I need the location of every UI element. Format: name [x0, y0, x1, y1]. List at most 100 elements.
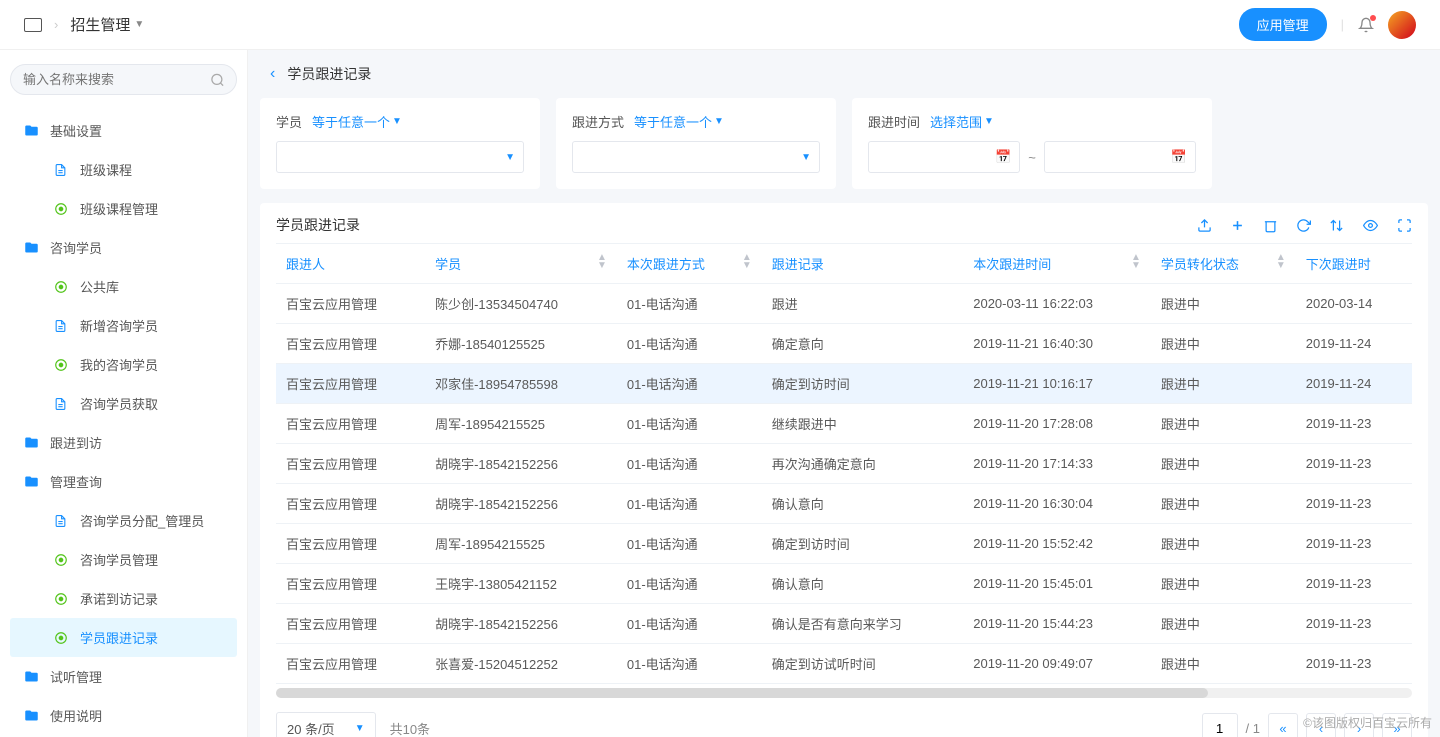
- sort-icon[interactable]: [1329, 218, 1344, 233]
- table-cell: 邓家佳-18954785598: [425, 364, 617, 404]
- folder-icon: [24, 240, 40, 255]
- sidebar-item[interactable]: 新增咨询学员: [10, 306, 237, 345]
- refresh-icon[interactable]: [1296, 218, 1311, 233]
- table-cell: 确定到访时间: [762, 364, 963, 404]
- column-header[interactable]: 本次跟进时间▲▼: [963, 244, 1151, 284]
- add-icon[interactable]: [1230, 218, 1245, 233]
- window-icon: [24, 18, 42, 32]
- column-header[interactable]: 跟进记录: [762, 244, 963, 284]
- gear-icon: [54, 358, 70, 372]
- fullscreen-icon[interactable]: [1397, 218, 1412, 233]
- table-cell: 2019-11-21 16:40:30: [963, 324, 1151, 364]
- table-cell: 2019-11-23: [1296, 644, 1412, 684]
- data-table: 跟进人学员▲▼本次跟进方式▲▼跟进记录本次跟进时间▲▼学员转化状态▲▼下次跟进时…: [276, 243, 1412, 684]
- table-cell: 2019-11-20 16:30:04: [963, 484, 1151, 524]
- sidebar-group[interactable]: 基础设置: [10, 111, 237, 150]
- horizontal-scrollbar[interactable]: [276, 688, 1412, 698]
- table-cell: 百宝云应用管理: [276, 524, 425, 564]
- column-header[interactable]: 学员转化状态▲▼: [1151, 244, 1296, 284]
- sidebar-item[interactable]: 我的咨询学员: [10, 345, 237, 384]
- table-row[interactable]: 百宝云应用管理胡晓宇-1854215225601-电话沟通确认是否有意向来学习2…: [276, 604, 1412, 644]
- column-header[interactable]: 学员▲▼: [425, 244, 617, 284]
- sidebar-group[interactable]: 管理查询: [10, 462, 237, 501]
- table-cell: 2020-03-14: [1296, 284, 1412, 324]
- scrollbar-thumb[interactable]: [276, 688, 1208, 698]
- column-header[interactable]: 本次跟进方式▲▼: [617, 244, 762, 284]
- table-cell: 周军-18954215525: [425, 524, 617, 564]
- column-header[interactable]: 跟进人: [276, 244, 425, 284]
- breadcrumb-title[interactable]: 招生管理 ▼: [70, 14, 144, 35]
- table-cell: 跟进中: [1151, 284, 1296, 324]
- app-manage-button[interactable]: 应用管理: [1239, 8, 1327, 41]
- sidebar-group[interactable]: 跟进到访: [10, 423, 237, 462]
- table-cell: 01-电话沟通: [617, 324, 762, 364]
- sidebar-item[interactable]: 咨询学员获取: [10, 384, 237, 423]
- sidebar-item[interactable]: 咨询学员管理: [10, 540, 237, 579]
- filter-student-input[interactable]: ▼: [276, 141, 524, 173]
- table-cell: 2019-11-23: [1296, 604, 1412, 644]
- sidebar-group[interactable]: 使用说明: [10, 696, 237, 735]
- delete-icon[interactable]: [1263, 218, 1278, 233]
- table-cell: 2019-11-24: [1296, 324, 1412, 364]
- table-row[interactable]: 百宝云应用管理邓家佳-1895478559801-电话沟通确定到访时间2019-…: [276, 364, 1412, 404]
- filter-method-op[interactable]: 等于任意一个▼: [634, 112, 724, 131]
- nav-menu: 基础设置班级课程班级课程管理咨询学员公共库新增咨询学员我的咨询学员咨询学员获取跟…: [10, 111, 237, 735]
- filter-method-input[interactable]: ▼: [572, 141, 820, 173]
- table-cell: 01-电话沟通: [617, 484, 762, 524]
- filter-student-op[interactable]: 等于任意一个▼: [312, 112, 402, 131]
- sidebar-item[interactable]: 公共库: [10, 267, 237, 306]
- date-to-input[interactable]: 📅: [1044, 141, 1196, 173]
- table-row[interactable]: 百宝云应用管理张喜爱-1520451225201-电话沟通确定到访试听时间201…: [276, 644, 1412, 684]
- sidebar-item[interactable]: 学员跟进记录: [10, 618, 237, 657]
- table-cell: 跟进中: [1151, 404, 1296, 444]
- table-row[interactable]: 百宝云应用管理胡晓宇-1854215225601-电话沟通再次沟通确定意向201…: [276, 444, 1412, 484]
- table-row[interactable]: 百宝云应用管理周军-1895421552501-电话沟通继续跟进中2019-11…: [276, 404, 1412, 444]
- table-toolbar: [1197, 218, 1412, 233]
- sidebar-group[interactable]: 咨询学员: [10, 228, 237, 267]
- filter-method-label: 跟进方式: [572, 112, 624, 131]
- filter-time: 跟进时间 选择范围▼ 📅 ~ 📅: [852, 98, 1212, 189]
- table-cell: 2019-11-20 15:44:23: [963, 604, 1151, 644]
- table-row[interactable]: 百宝云应用管理周军-1895421552501-电话沟通确定到访时间2019-1…: [276, 524, 1412, 564]
- date-from-input[interactable]: 📅: [868, 141, 1020, 173]
- sidebar-group[interactable]: 试听管理: [10, 657, 237, 696]
- column-header[interactable]: 下次跟进时: [1296, 244, 1412, 284]
- table-wrapper: 跟进人学员▲▼本次跟进方式▲▼跟进记录本次跟进时间▲▼学员转化状态▲▼下次跟进时…: [276, 243, 1412, 684]
- first-page-button[interactable]: «: [1268, 713, 1298, 737]
- export-icon[interactable]: [1197, 218, 1212, 233]
- table-row[interactable]: 百宝云应用管理乔娜-1854012552501-电话沟通确定意向2019-11-…: [276, 324, 1412, 364]
- gear-icon: [54, 202, 70, 216]
- view-icon[interactable]: [1362, 218, 1379, 233]
- table-cell: 陈少创-13534504740: [425, 284, 617, 324]
- back-arrow-icon[interactable]: ‹: [270, 65, 275, 83]
- sidebar-item[interactable]: 承诺到访记录: [10, 579, 237, 618]
- notification-bell-icon[interactable]: [1358, 17, 1374, 33]
- table-cell: 01-电话沟通: [617, 404, 762, 444]
- top-bar: › 招生管理 ▼ 应用管理 |: [0, 0, 1440, 50]
- table-cell: 2019-11-23: [1296, 404, 1412, 444]
- filter-time-op[interactable]: 选择范围▼: [930, 112, 994, 131]
- table-row[interactable]: 百宝云应用管理陈少创-1353450474001-电话沟通跟进2020-03-1…: [276, 284, 1412, 324]
- sidebar-item[interactable]: 班级课程: [10, 150, 237, 189]
- sidebar-item[interactable]: 咨询学员分配_管理员: [10, 501, 237, 540]
- table-cell: 确定意向: [762, 324, 963, 364]
- chevron-down-icon: ▼: [801, 152, 811, 163]
- table-cell: 2019-11-23: [1296, 484, 1412, 524]
- page-number-input[interactable]: [1202, 713, 1238, 737]
- doc-icon: [54, 514, 70, 528]
- table-cell: 乔娜-18540125525: [425, 324, 617, 364]
- gear-icon: [54, 592, 70, 606]
- table-cell: 01-电话沟通: [617, 644, 762, 684]
- table-cell: 百宝云应用管理: [276, 604, 425, 644]
- table-cell: 跟进中: [1151, 604, 1296, 644]
- table-cell: 跟进中: [1151, 364, 1296, 404]
- page-size-select[interactable]: 20 条/页 ▼: [276, 712, 376, 737]
- user-avatar[interactable]: [1388, 11, 1416, 39]
- filter-student-label: 学员: [276, 112, 302, 131]
- table-cell: 确定到访试听时间: [762, 644, 963, 684]
- table-row[interactable]: 百宝云应用管理胡晓宇-1854215225601-电话沟通确认意向2019-11…: [276, 484, 1412, 524]
- gear-icon: [54, 631, 70, 645]
- search-input[interactable]: [10, 64, 237, 95]
- sidebar-item[interactable]: 班级课程管理: [10, 189, 237, 228]
- table-row[interactable]: 百宝云应用管理王晓宇-1380542115201-电话沟通确认意向2019-11…: [276, 564, 1412, 604]
